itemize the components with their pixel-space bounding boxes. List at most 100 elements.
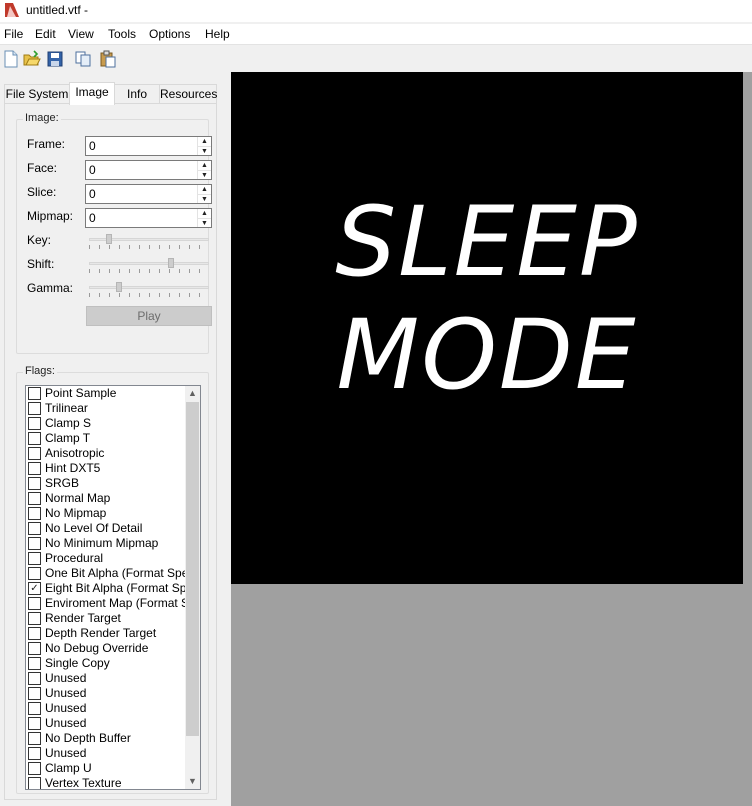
frame-spinner[interactable]: 0 ▲ ▼	[85, 136, 212, 156]
flag-row[interactable]: No Debug Override	[26, 641, 186, 656]
flag-row[interactable]: SRGB	[26, 476, 186, 491]
spin-up-icon[interactable]: ▲	[198, 137, 211, 146]
flag-row[interactable]: Single Copy	[26, 656, 186, 671]
flag-checkbox[interactable]	[28, 432, 41, 445]
flag-row[interactable]: Procedural	[26, 551, 186, 566]
flag-checkbox[interactable]	[28, 732, 41, 745]
flag-checkbox[interactable]	[28, 402, 41, 415]
flag-row[interactable]: Unused	[26, 746, 186, 761]
menu-help[interactable]: Help	[205, 27, 230, 41]
key-slider-thumb[interactable]	[106, 234, 113, 244]
tab-info[interactable]: Info	[114, 84, 160, 104]
menu-edit[interactable]: Edit	[35, 27, 56, 41]
flag-checkbox[interactable]	[28, 612, 41, 625]
flag-row[interactable]: Hint DXT5	[26, 461, 186, 476]
title-bar: untitled.vtf -	[0, 0, 752, 22]
tab-file-system[interactable]: File System	[4, 84, 70, 104]
paste-icon[interactable]	[99, 50, 117, 68]
flag-checkbox[interactable]	[28, 462, 41, 475]
flag-row[interactable]: No Minimum Mipmap	[26, 536, 186, 551]
spin-up-icon[interactable]: ▲	[198, 185, 211, 194]
flag-row[interactable]: No Depth Buffer	[26, 731, 186, 746]
flag-checkbox[interactable]	[28, 567, 41, 580]
flag-row[interactable]: Trilinear	[26, 401, 186, 416]
menu-tools[interactable]: Tools	[108, 27, 136, 41]
flag-checkbox[interactable]	[28, 492, 41, 505]
flag-checkbox[interactable]	[28, 552, 41, 565]
scroll-down-icon[interactable]: ▼	[185, 774, 200, 789]
menu-options[interactable]: Options	[149, 27, 190, 41]
flag-checkbox[interactable]	[28, 522, 41, 535]
spin-down-icon[interactable]: ▼	[198, 218, 211, 227]
spin-down-icon[interactable]: ▼	[198, 170, 211, 179]
play-button[interactable]: Play	[86, 306, 212, 326]
spin-down-icon[interactable]: ▼	[198, 194, 211, 203]
flag-row[interactable]: Clamp U	[26, 761, 186, 776]
flag-checkbox[interactable]	[28, 627, 41, 640]
menu-file[interactable]: File	[4, 27, 23, 41]
spin-down-icon[interactable]: ▼	[198, 146, 211, 155]
new-icon[interactable]	[2, 50, 20, 68]
spin-up-icon[interactable]: ▲	[198, 161, 211, 170]
flag-row[interactable]: Unused	[26, 701, 186, 716]
flag-label: No Level Of Detail	[45, 521, 143, 535]
shift-slider-thumb[interactable]	[167, 258, 174, 268]
flag-row[interactable]: ✓ Eight Bit Alpha (Format Spec	[26, 581, 199, 596]
menu-view[interactable]: View	[68, 27, 94, 41]
flag-row[interactable]: Point Sample	[26, 386, 186, 401]
flag-checkbox[interactable]	[28, 777, 41, 789]
flag-row[interactable]: No Level Of Detail	[26, 521, 186, 536]
scroll-thumb[interactable]	[186, 402, 199, 736]
flag-row[interactable]: One Bit Alpha (Format Spec	[26, 566, 194, 581]
flag-checkbox[interactable]	[28, 702, 41, 715]
flag-label: Clamp S	[45, 416, 92, 430]
frame-label: Frame:	[27, 137, 66, 151]
flag-row[interactable]: Normal Map	[26, 491, 186, 506]
flag-checkbox[interactable]	[28, 672, 41, 685]
flag-row[interactable]: No Mipmap	[26, 506, 186, 521]
flag-checkbox[interactable]	[28, 507, 41, 520]
mipmap-spinner[interactable]: 0 ▲ ▼	[85, 208, 212, 228]
flag-row[interactable]: Depth Render Target	[26, 626, 186, 641]
flag-checkbox[interactable]	[28, 477, 41, 490]
scroll-up-icon[interactable]: ▲	[185, 386, 200, 401]
save-icon[interactable]	[46, 50, 64, 68]
flag-label: Anisotropic	[45, 446, 105, 460]
open-icon[interactable]	[23, 50, 41, 68]
flag-checkbox[interactable]	[28, 687, 41, 700]
spin-up-icon[interactable]: ▲	[198, 209, 211, 218]
flag-row[interactable]: Render Target	[26, 611, 186, 626]
flag-checkbox[interactable]	[28, 642, 41, 655]
flag-checkbox[interactable]: ✓	[28, 582, 41, 595]
copy-icon[interactable]	[74, 50, 92, 68]
flag-checkbox[interactable]	[28, 597, 41, 610]
tab-image[interactable]: Image	[69, 82, 115, 105]
flag-row[interactable]: Vertex Texture	[26, 776, 186, 789]
flag-checkbox[interactable]	[28, 717, 41, 730]
gamma-slider-thumb[interactable]	[116, 282, 122, 292]
flags-scrollbar[interactable]: ▲ ▼	[185, 386, 200, 789]
flag-row[interactable]: Unused	[26, 716, 186, 731]
window-title: untitled.vtf -	[26, 3, 89, 17]
flag-checkbox[interactable]	[28, 657, 41, 670]
slice-spinner[interactable]: 0 ▲ ▼	[85, 184, 212, 204]
gamma-slider[interactable]	[89, 282, 209, 299]
flag-checkbox[interactable]	[28, 747, 41, 760]
flag-checkbox[interactable]	[28, 537, 41, 550]
flag-checkbox[interactable]	[28, 447, 41, 460]
flag-row[interactable]: Unused	[26, 671, 186, 686]
face-spinner[interactable]: 0 ▲ ▼	[85, 160, 212, 180]
flag-checkbox[interactable]	[28, 417, 41, 430]
key-label: Key:	[27, 233, 52, 247]
flag-checkbox[interactable]	[28, 762, 41, 775]
menu-bar: File Edit View Tools Options Help	[0, 24, 752, 44]
flag-checkbox[interactable]	[28, 387, 41, 400]
key-slider[interactable]	[89, 234, 209, 251]
tab-resources[interactable]: Resources	[159, 84, 217, 104]
shift-slider[interactable]	[89, 258, 209, 275]
flag-row[interactable]: Unused	[26, 686, 186, 701]
flag-row[interactable]: Enviroment Map (Format Sp	[26, 596, 196, 611]
flag-row[interactable]: Anisotropic	[26, 446, 186, 461]
flag-row[interactable]: Clamp T	[26, 431, 186, 446]
flag-row[interactable]: Clamp S	[26, 416, 186, 431]
